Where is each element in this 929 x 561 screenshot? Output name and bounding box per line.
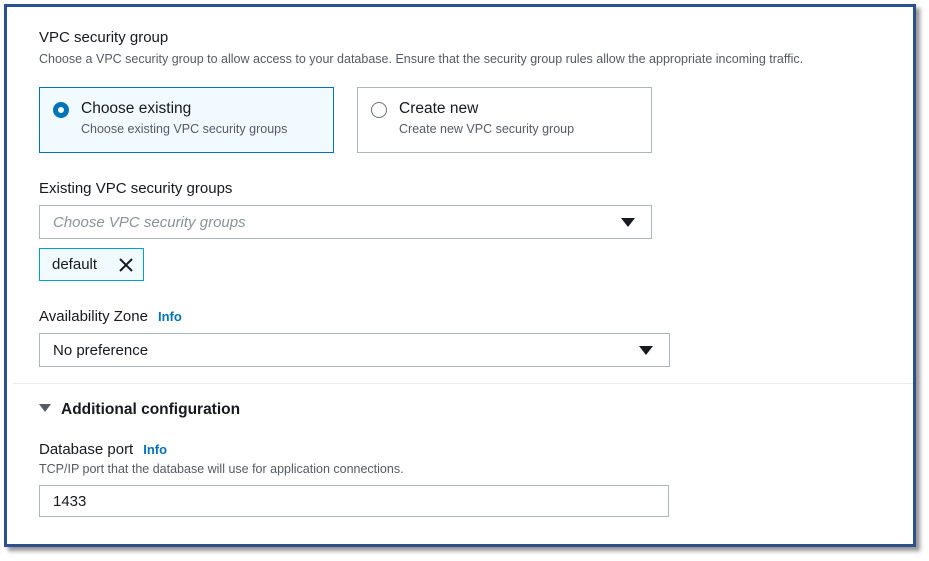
database-port-input[interactable]: 1433 <box>39 485 669 517</box>
availability-zone-label-row: Availability Zone Info <box>39 308 182 325</box>
database-port-value: 1433 <box>53 493 87 510</box>
caret-down-icon <box>639 346 653 355</box>
create-new-sublabel: Create new VPC security group <box>399 122 575 136</box>
database-port-description: TCP/IP port that the database will use f… <box>39 462 404 476</box>
database-port-info-link[interactable]: Info <box>143 442 167 457</box>
choose-existing-radio[interactable] <box>53 102 69 118</box>
additional-configuration-toggle[interactable]: Additional configuration <box>39 401 240 419</box>
database-connectivity-panel: VPC security group Choose a VPC security… <box>13 7 913 544</box>
security-group-token: default <box>39 248 144 281</box>
database-port-label: Database port <box>39 441 134 458</box>
close-icon[interactable] <box>116 255 136 275</box>
choose-existing-option[interactable]: Choose existing Choose existing VPC secu… <box>39 87 334 153</box>
availability-zone-select[interactable]: No preference <box>39 333 670 367</box>
create-new-radio[interactable] <box>371 102 387 118</box>
security-groups-select[interactable]: Choose VPC security groups <box>39 205 652 239</box>
caret-down-icon <box>39 404 51 413</box>
availability-zone-label: Availability Zone <box>39 308 148 325</box>
availability-zone-info-link[interactable]: Info <box>158 309 182 324</box>
choose-existing-sublabel: Choose existing VPC security groups <box>81 122 288 136</box>
vpc-security-group-description: Choose a VPC security group to allow acc… <box>39 52 804 66</box>
create-new-label: Create new <box>399 100 479 117</box>
existing-groups-label: Existing VPC security groups <box>39 180 233 197</box>
security-groups-placeholder: Choose VPC security groups <box>53 214 246 231</box>
caret-down-icon <box>621 218 635 227</box>
additional-configuration-label: Additional configuration <box>61 401 241 418</box>
choose-existing-label: Choose existing <box>81 100 192 117</box>
availability-zone-value: No preference <box>53 342 149 359</box>
create-new-option[interactable]: Create new Create new VPC security group <box>357 87 652 153</box>
database-port-label-row: Database port Info <box>39 441 167 458</box>
vpc-security-group-title: VPC security group <box>39 29 169 46</box>
section-divider <box>13 383 913 384</box>
screenshot-frame: VPC security group Choose a VPC security… <box>4 4 916 547</box>
token-label: default <box>52 256 98 273</box>
